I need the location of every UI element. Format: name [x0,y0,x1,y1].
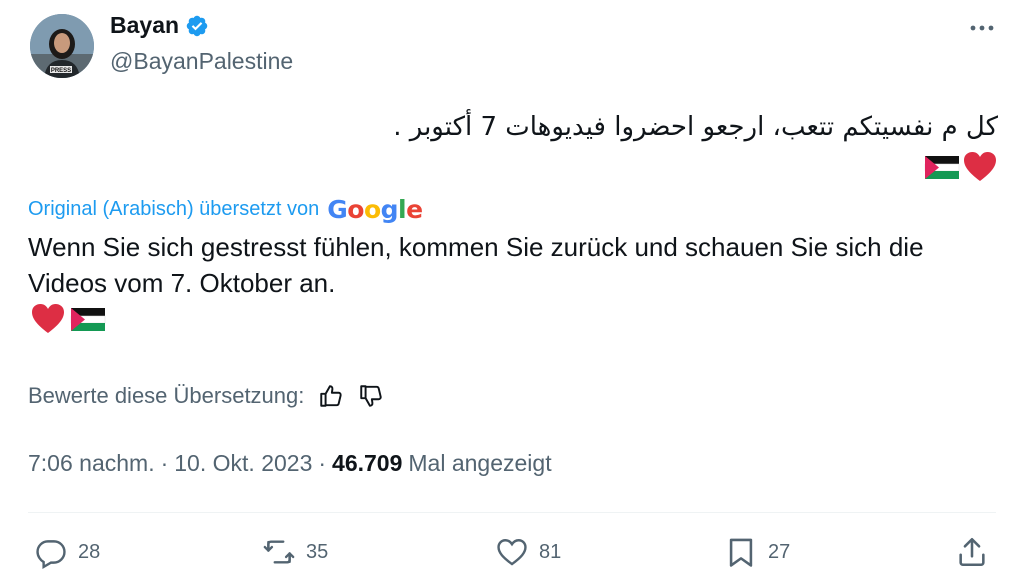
avatar-image: PRESS [30,14,94,78]
author-handle[interactable]: @BayanPalestine [110,48,293,75]
google-logo: Google [327,195,423,224]
reply-icon [36,540,66,569]
heart-icon [497,539,527,566]
more-options-icon[interactable] [966,16,998,40]
meta-separator: · [318,450,327,476]
translated-emojis [30,302,106,336]
repost-icon [263,540,295,564]
author-name[interactable]: Bayan [110,12,209,39]
like-count: 81 [539,540,562,563]
views-count: 46.709 [332,450,403,476]
original-emojis [924,150,998,184]
reply-button[interactable]: 28 [34,532,100,572]
views-label: Mal angezeigt [408,450,552,476]
share-icon [959,537,985,567]
avatar[interactable]: PRESS [30,14,94,78]
translation-label[interactable]: Original (Arabisch) übersetzt von [28,198,319,221]
translation-attribution: Original (Arabisch) übersetzt von Google [28,195,423,224]
reply-count: 28 [78,540,101,563]
share-button[interactable] [955,532,989,572]
repost-count: 35 [306,540,329,563]
meta-separator: · [160,450,169,476]
verified-badge-icon [186,15,208,36]
tweet-translated-text: Wenn Sie sich gestresst fühlen, kommen S… [28,232,924,298]
tweet-meta: 7:06 nachm. · 10. Okt. 2023 · 46.709 Mal… [28,450,552,477]
repost-button[interactable]: 35 [262,532,328,572]
palestine-flag-icon [924,156,960,179]
like-button[interactable]: 81 [495,532,561,572]
palestine-flag-icon [70,308,106,331]
tweet-original-text: كل م نفسيتكم تتعب، ارجعو احضروا فيديوهات… [393,112,998,142]
rate-translation-label: Bewerte diese Übersetzung: [28,383,305,408]
red-heart-icon [32,304,64,333]
bookmark-button[interactable]: 27 [724,532,790,572]
thumbs-up-icon[interactable] [318,383,344,409]
author-name-text[interactable]: Bayan [110,12,179,39]
avatar-badge-text: PRESS [51,68,71,74]
rate-translation: Bewerte diese Übersetzung: [28,383,384,409]
bookmark-icon [729,538,753,567]
tweet-time[interactable]: 7:06 nachm. [28,450,155,477]
bookmark-count: 27 [768,540,791,563]
tweet-date[interactable]: 10. Okt. 2023 [174,450,312,477]
divider [28,512,996,513]
red-heart-icon [964,152,996,181]
thumbs-down-icon[interactable] [358,383,384,409]
